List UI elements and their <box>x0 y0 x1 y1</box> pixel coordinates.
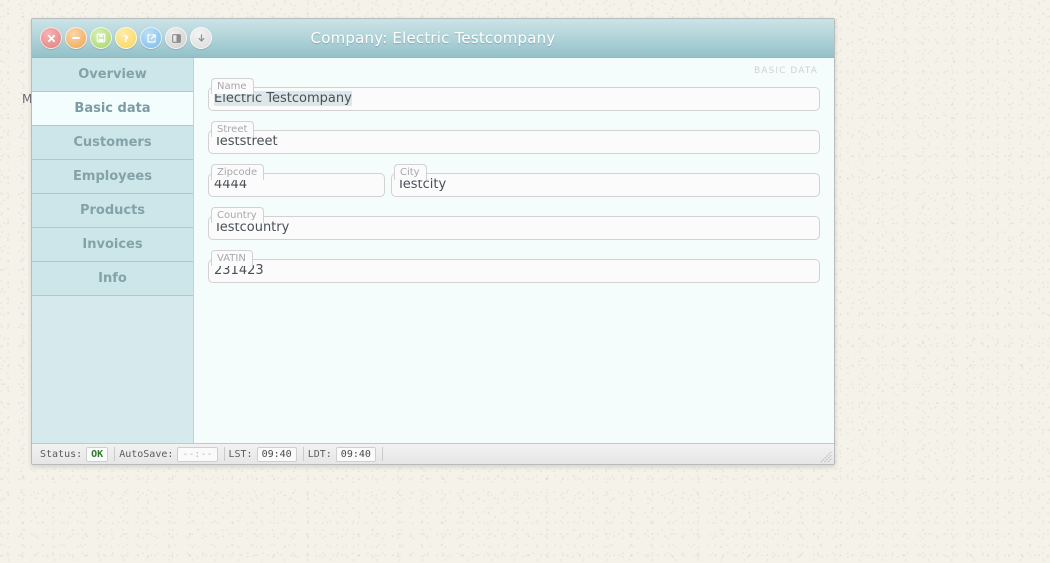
field-label-name: Name <box>211 78 254 94</box>
sidebar-item-employees[interactable]: Employees <box>32 160 193 194</box>
street-input[interactable]: Teststreet <box>208 130 820 154</box>
ldt-value: 09:40 <box>335 446 376 462</box>
window-titlebar[interactable]: ? Company: Electric Testcompany <box>32 19 834 58</box>
sidebar-item-invoices[interactable]: Invoices <box>32 228 193 262</box>
sidebar-nav: Overview Basic data Customers Employees … <box>32 58 194 443</box>
sidebar-item-products[interactable]: Products <box>32 194 193 228</box>
country-input[interactable]: Testcountry <box>208 216 820 240</box>
sidebar-item-info[interactable]: Info <box>32 262 193 296</box>
status-badge: OK <box>86 446 109 462</box>
form-row-zipcode-city: Zipcode 4444 City Testcity <box>208 164 820 197</box>
window-controls: ? <box>40 27 212 49</box>
section-watermark: BASIC DATA <box>753 66 818 76</box>
form-row-name: Name Electric Testcompany <box>208 78 820 111</box>
form-row-country: Country Testcountry <box>208 207 820 240</box>
content-panel: BASIC DATA Name Electric Testcompany Str… <box>194 58 834 443</box>
form-row-street: Street Teststreet <box>208 121 820 154</box>
autosave-group: AutoSave: --:-- <box>115 446 225 462</box>
field-label-zipcode: Zipcode <box>211 164 265 180</box>
status-group: Status: OK <box>38 446 116 462</box>
autosave-value: --:-- <box>177 446 218 462</box>
field-vatin: VATIN 231423 <box>208 250 820 283</box>
field-country: Country Testcountry <box>208 207 820 240</box>
close-icon[interactable] <box>40 27 62 49</box>
field-label-vatin: VATIN <box>211 250 253 266</box>
field-label-street: Street <box>211 121 255 137</box>
company-window: ? Company: Electric Testcompany Overview… <box>31 18 835 465</box>
floppy-disk-icon[interactable] <box>90 27 112 49</box>
field-zipcode: Zipcode 4444 <box>208 164 385 197</box>
field-city: City Testcity <box>391 164 820 197</box>
name-input[interactable]: Electric Testcompany <box>208 87 820 111</box>
sidebar-item-customers[interactable]: Customers <box>32 126 193 160</box>
window-body: Overview Basic data Customers Employees … <box>32 58 834 443</box>
lst-group: LST: 09:40 <box>225 446 304 462</box>
vatin-input[interactable]: 231423 <box>208 259 820 283</box>
lst-label: LST: <box>228 448 253 460</box>
autosave-label: AutoSave: <box>119 448 174 460</box>
field-label-city: City <box>394 164 427 180</box>
ldt-label: LDT: <box>307 448 332 460</box>
copy-window-icon[interactable] <box>165 27 187 49</box>
sidebar-empty-area <box>32 296 193 443</box>
svg-text:?: ? <box>123 33 128 43</box>
minimize-icon[interactable] <box>65 27 87 49</box>
field-label-country: Country <box>211 207 264 223</box>
ldt-group: LDT: 09:40 <box>304 446 383 462</box>
city-input[interactable]: Testcity <box>391 173 820 197</box>
status-bar: Status: OK AutoSave: --:-- LST: 09:40 LD… <box>32 443 834 464</box>
field-name: Name Electric Testcompany <box>208 78 820 111</box>
download-arrow-icon[interactable] <box>190 27 212 49</box>
question-mark-icon[interactable]: ? <box>115 27 137 49</box>
sidebar-item-overview[interactable]: Overview <box>32 58 193 92</box>
lst-value: 09:40 <box>256 446 297 462</box>
status-label: Status: <box>40 448 83 460</box>
external-link-icon[interactable] <box>140 27 162 49</box>
sidebar-item-basic-data[interactable]: Basic data <box>32 92 193 126</box>
field-street: Street Teststreet <box>208 121 820 154</box>
form-row-vatin: VATIN 231423 <box>208 250 820 283</box>
resize-grip-icon[interactable] <box>819 450 832 463</box>
